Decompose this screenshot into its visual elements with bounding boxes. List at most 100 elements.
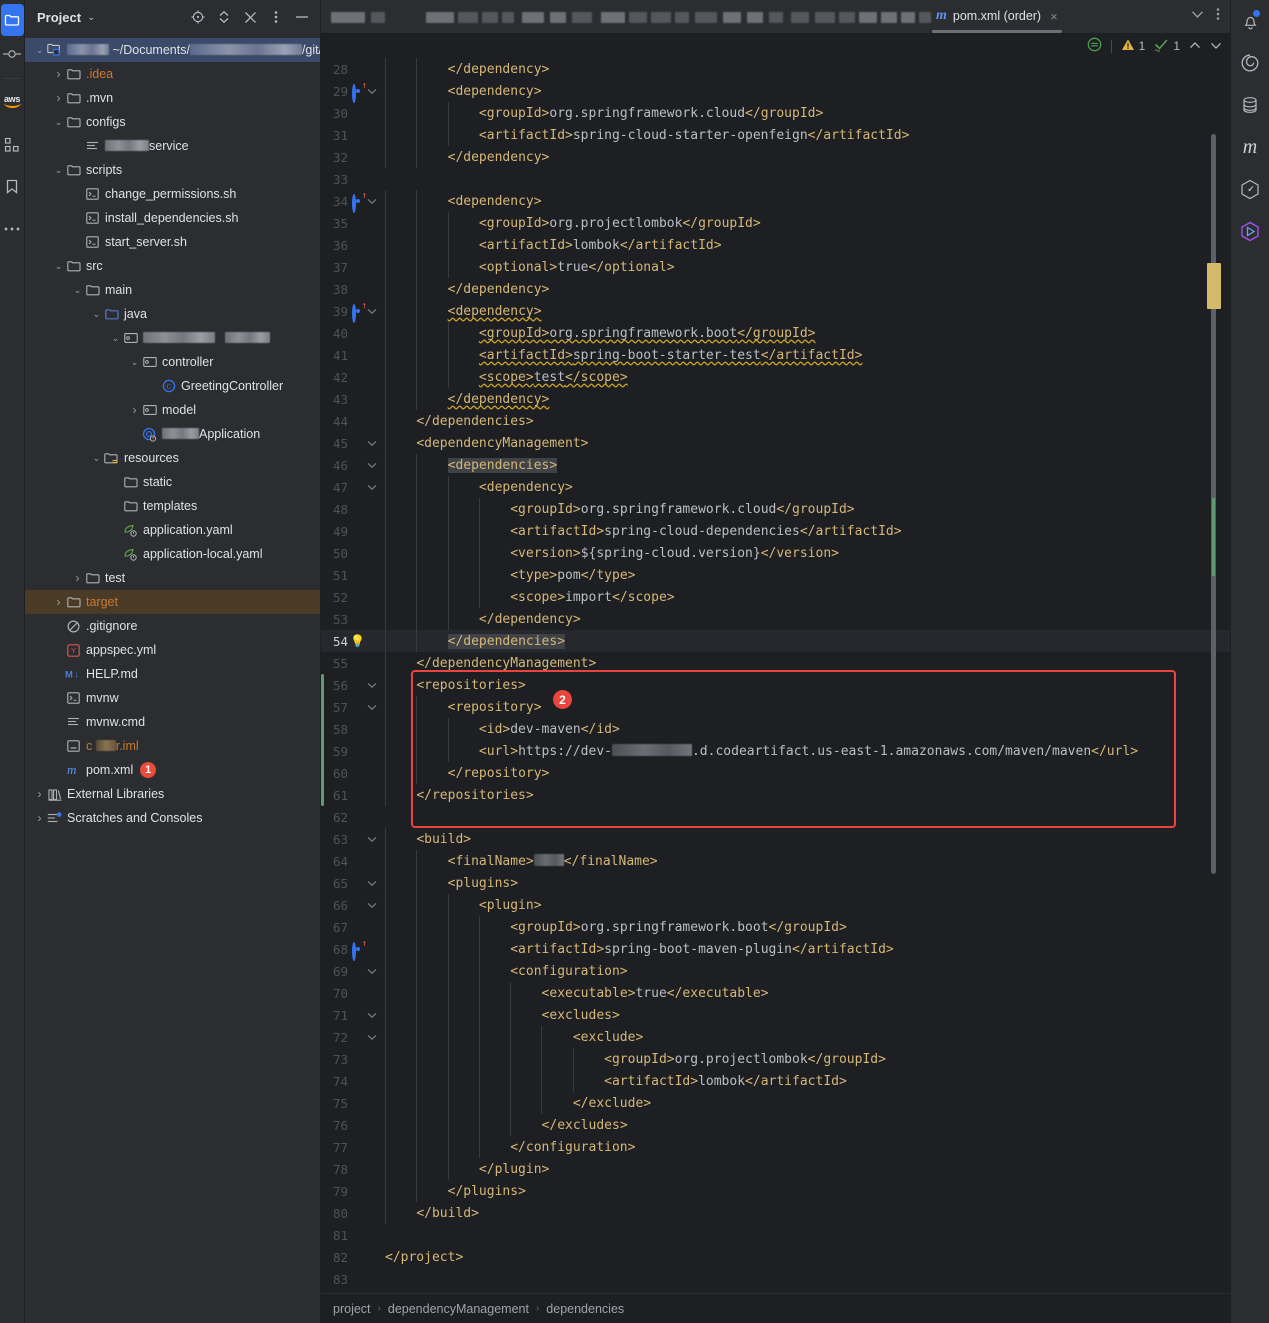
code-line-38[interactable]: </dependency> [383,278,1230,300]
chevron-updown-icon[interactable] [216,9,232,25]
code-line-56[interactable]: <repositories> [383,674,1230,696]
gutter-line-65[interactable]: 65 [321,872,383,894]
gutter-line-63[interactable]: 63 [321,828,383,850]
gutter-line-50[interactable]: 50 [321,542,383,564]
gutter-line-77[interactable]: 77 [321,1136,383,1158]
project-file-tree[interactable]: ⌄ ~/Documents//git/›.idea›.mvn⌄configsse… [25,34,320,1323]
gutter-line-29[interactable]: 29 ↑ [321,80,383,102]
typo-check-icon[interactable] [1154,38,1169,55]
maven-dependency-icon[interactable]: ↑ [350,86,365,97]
code-line-75[interactable]: </exclude> [383,1092,1230,1114]
gutter-line-28[interactable]: 28 [321,58,383,80]
chevron-right-icon[interactable]: › [52,595,65,609]
fold-chevron-icon[interactable] [365,1012,379,1019]
tree-node-.idea[interactable]: › .idea [25,62,320,86]
tree-node-redacted-12[interactable]: ⌄ [25,326,320,350]
ai-assistant-button[interactable] [1235,48,1265,78]
gutter-line-51[interactable]: 51 [321,564,383,586]
code-line-32[interactable]: </dependency> [383,146,1230,168]
tree-node-application.yaml[interactable]: application.yaml [25,518,320,542]
tree-node-scratches-and-consoles[interactable]: › Scratches and Consoles [25,806,320,830]
code-line-55[interactable]: </dependencyManagement> [383,652,1230,674]
database-button[interactable] [1235,90,1265,120]
code-line-34[interactable]: <dependency> [383,190,1230,212]
gutter-line-82[interactable]: 82 [321,1246,383,1268]
minimize-icon[interactable] [294,9,310,25]
code-line-69[interactable]: <configuration> [383,960,1230,982]
sidebar-item-project[interactable] [1,4,24,36]
tree-node-static[interactable]: static [25,470,320,494]
gutter-line-49[interactable]: 49 [321,520,383,542]
tree-node-greetingcontroller[interactable]: C GreetingController [25,374,320,398]
gutter-line-62[interactable]: 62 [321,806,383,828]
tree-node-java[interactable]: ⌄ java [25,302,320,326]
gutter-line-72[interactable]: 72 [321,1026,383,1048]
gutter-line-64[interactable]: 64 [321,850,383,872]
warning-marker[interactable] [1207,263,1221,309]
chevron-down-icon[interactable]: ⌄ [52,117,65,128]
code-line-59[interactable]: <url>https://dev- .d.codeartifact.us-east… [383,740,1230,762]
gutter-line-83[interactable]: 83 [321,1268,383,1290]
gradle-button[interactable] [1235,174,1265,204]
code-line-63[interactable]: <build> [383,828,1230,850]
gutter-line-39[interactable]: 39 ↑ [321,300,383,322]
gutter-line-59[interactable]: 59 [321,740,383,762]
chevron-right-icon[interactable]: › [33,811,46,825]
fold-chevron-icon[interactable] [365,902,379,909]
gutter-line-40[interactable]: 40 [321,322,383,344]
chevron-down-icon[interactable]: ⌄ [87,12,95,23]
code-line-83[interactable] [383,1268,1230,1290]
fold-chevron-icon[interactable] [365,880,379,887]
tree-node-help.md[interactable]: M ↓ HELP.md [25,662,320,686]
code-line-40[interactable]: <groupId>org.springframework.boot</group… [383,322,1230,344]
code-line-80[interactable]: </build> [383,1202,1230,1224]
tree-node-resources[interactable]: ⌄ resources [25,446,320,470]
gutter-line-56[interactable]: 56 [321,674,383,696]
tree-node-target[interactable]: › target [25,590,320,614]
code-line-73[interactable]: <groupId>org.projectlombok</groupId> [383,1048,1230,1070]
gutter-line-37[interactable]: 37 [321,256,383,278]
gutter-line-47[interactable]: 47 [321,476,383,498]
editor-tab-redacted-1[interactable] [321,0,416,33]
tree-node-application[interactable]: Application [25,422,320,446]
chevron-down-icon[interactable]: ⌄ [128,357,141,368]
code-line-77[interactable]: </configuration> [383,1136,1230,1158]
gutter-line-36[interactable]: 36 [321,234,383,256]
chevron-down-icon[interactable]: ⌄ [33,45,46,56]
code-line-61[interactable]: </repositories> [383,784,1230,806]
chevron-down-icon[interactable] [1191,10,1204,22]
chevron-right-icon[interactable]: › [52,67,65,81]
chevron-right-icon[interactable]: › [128,403,141,417]
gutter-line-31[interactable]: 31 [321,124,383,146]
gutter-line-32[interactable]: 32 [321,146,383,168]
gutter-line-57[interactable]: 57 [321,696,383,718]
crosshair-icon[interactable] [190,9,206,25]
chevron-right-icon[interactable]: › [52,91,65,105]
gutter-line-44[interactable]: 44 [321,410,383,432]
code-line-65[interactable]: <plugins> [383,872,1230,894]
sidebar-item-structure[interactable] [0,129,25,161]
lightbulb-icon[interactable]: 💡 [350,634,365,648]
maven-dependency-icon[interactable]: ↑ [352,306,363,317]
gutter-line-74[interactable]: 74 [321,1070,383,1092]
maven-dependency-icon[interactable]: ↑ [352,86,363,97]
tree-node-start_server.sh[interactable]: start_server.sh [25,230,320,254]
gutter-line-33[interactable]: 33 [321,168,383,190]
gutter-line-46[interactable]: 46 [321,454,383,476]
code-line-37[interactable]: <optional>true</optional> [383,256,1230,278]
tree-node-appspec.yml[interactable]: Yappspec.yml [25,638,320,662]
gutter-line-70[interactable]: 70 [321,982,383,1004]
code-line-42[interactable]: <scope>test</scope> [383,366,1230,388]
tree-node-src[interactable]: ⌄ src [25,254,320,278]
gutter-line-45[interactable]: 45 [321,432,383,454]
chevron-down-icon[interactable]: ⌄ [90,309,103,320]
code-line-82[interactable]: </project> [383,1246,1230,1268]
fold-chevron-icon[interactable] [365,440,379,447]
fold-chevron-icon[interactable] [365,968,379,975]
code-line-54[interactable]: </dependencies> [383,630,1230,652]
tree-node-change_permissions.sh[interactable]: change_permissions.sh [25,182,320,206]
code-line-39[interactable]: <dependency> [383,300,1230,322]
code-line-58[interactable]: <id>dev-maven</id> [383,718,1230,740]
tree-node-controller[interactable]: ⌄ controller [25,350,320,374]
gutter-line-54[interactable]: 54 💡 [321,630,383,652]
